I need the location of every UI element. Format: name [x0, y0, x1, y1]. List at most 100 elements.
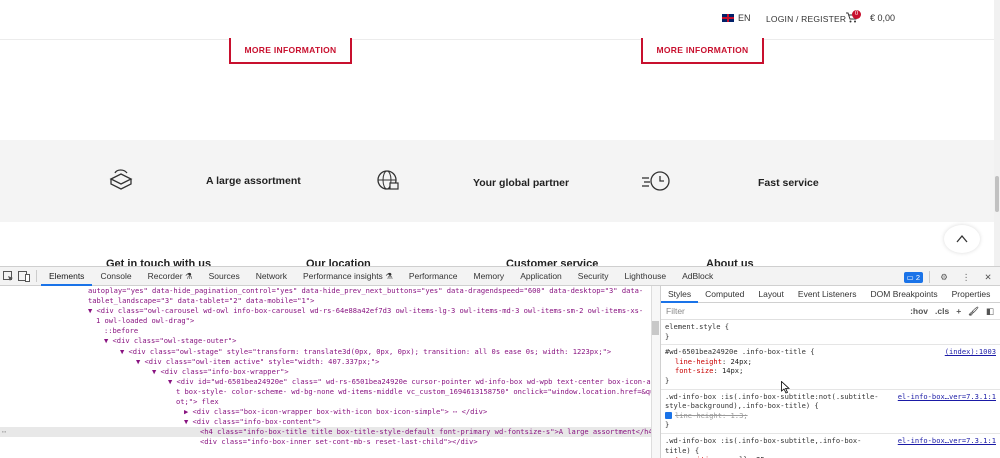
tab-performance[interactable]: Performance	[401, 267, 466, 286]
dom-tree-line[interactable]: tablet_landscape="3" data-tablet="2" dat…	[0, 296, 651, 306]
css-rule[interactable]: element.style {}	[661, 320, 1000, 346]
more-information-button[interactable]: MORE INFORMATION	[229, 38, 352, 64]
tab-styles[interactable]: Styles	[661, 286, 699, 303]
tab-properties[interactable]: Properties	[945, 286, 998, 303]
tab-security[interactable]: Security	[570, 267, 617, 286]
elements-scrollbar-thumb[interactable]	[652, 321, 659, 335]
styles-pane: Styles Computed Layout Event Listeners D…	[660, 286, 1000, 458]
dom-tree-line[interactable]: autoplay="yes" data-hide_pagination_cont…	[0, 286, 651, 296]
css-source-link[interactable]: el-info-box…ver=7.3.1:1	[898, 436, 996, 446]
css-property-name[interactable]: font-size	[675, 366, 713, 375]
language-switcher[interactable]: EN	[722, 13, 751, 23]
dom-tree-line[interactable]: ▼ <div id="wd-6501bea24920e" class=" wd-…	[0, 377, 651, 387]
css-declaration[interactable]: line-height: 24px;	[665, 357, 996, 367]
css-property-name[interactable]: line-height	[675, 411, 722, 420]
tab-sources[interactable]: Sources	[201, 267, 248, 286]
feature-label: Fast service	[758, 177, 819, 189]
close-icon[interactable]: ✕	[980, 269, 996, 285]
dom-tree-line[interactable]: ▼ <div class="info-box-wrapper">	[0, 367, 651, 377]
filter-tools: :hov .cls + 🖌 ◧	[910, 306, 1000, 317]
chevron-up-icon	[956, 234, 968, 243]
dom-tree-line[interactable]: ▼ <div class="owl-stage-outer">	[0, 336, 651, 346]
css-property-name[interactable]: line-height	[675, 357, 722, 366]
dom-tree-line[interactable]: ▼ <div class="info-box-content">	[0, 417, 651, 427]
declaration-checkbox[interactable]	[665, 411, 672, 419]
dom-tree-line[interactable]: ▼ <div class="owl-carousel wd-owl info-b…	[0, 306, 651, 316]
page-scrollbar[interactable]	[994, 0, 1000, 266]
dom-tree-line[interactable]: ▼ <div class="owl-item active" style="wi…	[0, 357, 651, 367]
tab-dom-breakpoints[interactable]: DOM Breakpoints	[864, 286, 945, 303]
tab-application[interactable]: Application	[512, 267, 570, 286]
more-information-button[interactable]: MORE INFORMATION	[641, 38, 764, 64]
dom-tree-line[interactable]: <h4 class="info-box-title title box-titl…	[0, 427, 651, 438]
tab-console[interactable]: Console	[92, 267, 139, 286]
new-rule-button[interactable]: +	[956, 306, 961, 317]
feature-label: A large assortment	[206, 175, 301, 187]
flask-icon: ⚗	[385, 270, 393, 281]
website-viewport: EN LOGIN / REGISTER € 0,00 0 MORE INFORM…	[0, 0, 1000, 266]
css-colon: :	[713, 366, 722, 376]
paint-brush-icon[interactable]: 🖌	[968, 306, 979, 317]
more-options-icon[interactable]: ⋮	[958, 269, 974, 285]
flask-icon: ⚗	[184, 270, 193, 281]
css-rule[interactable]: #wd-6501bea24920e .info-box-title {(inde…	[661, 345, 1000, 390]
tab-recorder[interactable]: Recorder ⚗	[140, 267, 201, 286]
scroll-to-top-button[interactable]	[944, 225, 980, 253]
tab-network[interactable]: Network	[248, 267, 295, 286]
elements-scrollbar[interactable]	[651, 286, 660, 458]
mouse-cursor-icon	[781, 381, 790, 394]
tab-memory[interactable]: Memory	[465, 267, 512, 286]
site-header: EN LOGIN / REGISTER € 0,00 0	[0, 0, 1000, 40]
css-colon: :	[721, 410, 731, 420]
cart-total: € 0,00	[870, 12, 896, 23]
css-colon: :	[721, 356, 731, 366]
tab-label: Performance insights	[302, 270, 383, 281]
css-declaration[interactable]: font-size: 14px;	[665, 366, 996, 376]
dom-tree-line[interactable]: <div class="info-box-inner set-cont-mb-s…	[0, 437, 651, 447]
styles-filter-input[interactable]: Filter	[666, 306, 910, 316]
inspect-element-icon[interactable]	[0, 268, 16, 284]
issues-badge[interactable]: ▭ 2	[903, 271, 923, 283]
page-scrollbar-thumb[interactable]	[995, 176, 999, 212]
css-source-link[interactable]: el-info-box…ver=7.3.1:1	[898, 392, 996, 402]
css-rule[interactable]: .wd-info-box :is(.info-box-subtitle:not(…	[661, 390, 1000, 434]
styles-filter-bar: Filter :hov .cls + 🖌 ◧	[661, 303, 1000, 320]
style-rules-list: element.style {} #wd-6501bea24920e .info-…	[661, 320, 1000, 458]
css-rule[interactable]: .wd-info-box :is(.info-box-subtitle,.inf…	[661, 434, 1000, 458]
dom-tree-line[interactable]: ot;"> flex	[0, 397, 651, 407]
elements-dom-tree[interactable]: autoplay="yes" data-hide_pagination_cont…	[0, 286, 651, 458]
login-register-link[interactable]: LOGIN / REGISTER	[766, 14, 846, 24]
hover-state-toggle[interactable]: :hov	[910, 306, 928, 317]
css-property-value[interactable]: 1.3;	[731, 411, 748, 420]
toolbar-divider	[929, 271, 930, 283]
dom-tree-line[interactable]: ▼ <div class="owl-stage" style="transfor…	[0, 347, 651, 357]
dom-tree-line[interactable]: ▶ <div class="box-icon-wrapper box-with-…	[0, 407, 651, 417]
css-property-value[interactable]: 24px;	[731, 357, 752, 366]
devtools-panel: Elements Console Recorder ⚗ Sources Netw…	[0, 266, 1000, 458]
dom-tree-line[interactable]: ::before	[0, 326, 651, 336]
node-actions-icon[interactable]: ⋯	[2, 427, 6, 437]
device-toolbar-icon[interactable]	[16, 268, 32, 284]
dom-tree-line[interactable]: t box-style- color-scheme- wd-bg-none wd…	[0, 387, 651, 397]
tab-label: Recorder	[147, 270, 183, 281]
css-rule-close: }	[665, 331, 670, 341]
tab-computed[interactable]: Computed	[698, 286, 751, 303]
dom-tree-line[interactable]: 1 owl-loaded owl-drag">	[0, 316, 651, 326]
tab-performance-insights[interactable]: Performance insights ⚗	[295, 267, 401, 286]
settings-gear-icon[interactable]: ⚙	[936, 269, 952, 285]
tab-lighthouse[interactable]: Lighthouse	[617, 267, 675, 286]
issues-count: 2	[915, 272, 920, 282]
class-toggle[interactable]: .cls	[935, 306, 949, 317]
css-property-value[interactable]: 14px;	[722, 366, 743, 375]
tab-elements[interactable]: Elements	[41, 267, 93, 286]
tab-event-listeners[interactable]: Event Listeners	[791, 286, 864, 303]
css-declaration[interactable]: line-height: 1.3;	[665, 411, 996, 421]
css-source-link[interactable]: (index):1003	[945, 347, 996, 357]
globe-cart-icon	[377, 170, 399, 190]
tab-layout[interactable]: Layout	[751, 286, 791, 303]
message-icon: ▭	[906, 272, 914, 282]
css-selector[interactable]: element.style {	[665, 322, 996, 332]
tab-adblock[interactable]: AdBlock	[674, 267, 721, 286]
computed-sidebar-icon[interactable]: ◧	[986, 306, 994, 317]
feature-label: Your global partner	[473, 177, 570, 189]
